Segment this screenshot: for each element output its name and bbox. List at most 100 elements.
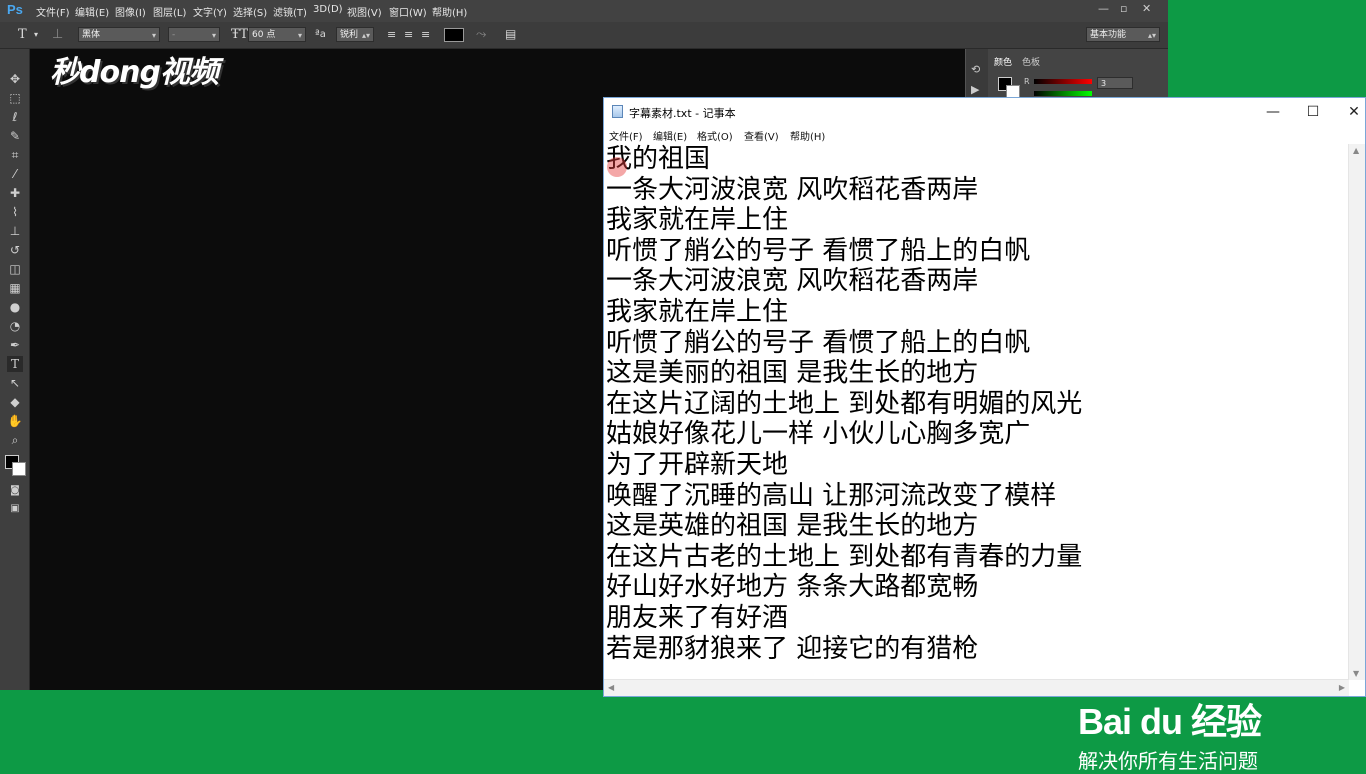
vertical-scrollbar[interactable]: ▲ ▼ <box>1348 144 1365 680</box>
menu-view[interactable]: 查看(V) <box>744 128 779 143</box>
r-channel-slider[interactable] <box>1034 79 1092 84</box>
tab-swatches[interactable]: 色板 <box>1022 58 1040 68</box>
ps-menu-filter[interactable]: 滤镜(T) <box>273 4 307 19</box>
ps-menu-type[interactable]: 文字(Y) <box>193 4 227 19</box>
tab-color[interactable]: 颜色 <box>994 58 1012 68</box>
text-color-swatch[interactable] <box>444 28 464 42</box>
scroll-right-icon[interactable]: ▶ <box>1339 683 1345 692</box>
antialias-icon: ªa <box>315 29 326 40</box>
align-center-icon[interactable]: ≡ <box>404 27 413 42</box>
tool-preset-chevron-icon[interactable]: ▾ <box>34 27 38 42</box>
ps-menu-window[interactable]: 窗口(W) <box>389 4 427 19</box>
baidu-jingyan-logo: Bai du 经验 <box>1078 701 1262 742</box>
ps-menu-image[interactable]: 图像(I) <box>115 4 146 19</box>
hand-tool-icon[interactable]: ✋ <box>7 413 23 429</box>
history-panel-icon[interactable]: ⟲ <box>971 63 980 76</box>
ps-menu-3d[interactable]: 3D(D) <box>313 4 343 15</box>
antialias-select[interactable]: 锐利 ▴▾ <box>336 27 374 42</box>
font-size-select[interactable]: 60 点 ▾ <box>248 27 306 42</box>
chevron-down-icon: ▾ <box>297 31 302 40</box>
background-color-swatch[interactable] <box>12 462 26 476</box>
maximize-button[interactable]: ☐ <box>1299 101 1327 123</box>
text-line: 在这片辽阔的土地上 到处都有明媚的风光 <box>606 388 1083 419</box>
ps-minimize-button[interactable]: — <box>1098 2 1109 15</box>
menu-file[interactable]: 文件(F) <box>609 128 643 143</box>
text-line: 朋友来了有好酒 <box>606 602 789 633</box>
blur-tool-icon[interactable]: ● <box>7 299 23 315</box>
screen-mode-icon[interactable]: ▣ <box>7 501 23 517</box>
character-panel-icon[interactable]: ▤ <box>505 27 516 42</box>
chevron-down-icon: ▴▾ <box>361 31 370 40</box>
notepad-menubar: 文件(F) 编辑(E) 格式(O) 查看(V) 帮助(H) <box>604 126 1365 144</box>
workspace-select[interactable]: 基本功能 ▴▾ <box>1086 27 1160 42</box>
eyedropper-tool-icon[interactable]: ⁄ <box>7 166 23 182</box>
miaodong-watermark-logo: 秒dong视频 <box>50 55 219 90</box>
path-select-tool-icon[interactable]: ↖ <box>7 375 23 391</box>
ps-menubar: Ps 文件(F) 编辑(E) 图像(I) 图层(L) 文字(Y) 选择(S) 滤… <box>0 0 1168 22</box>
marquee-tool-icon[interactable]: ⬚ <box>7 90 23 106</box>
text-line: 这是英雄的祖国 是我生长的地方 <box>606 511 979 542</box>
r-channel-label: R <box>1024 77 1030 86</box>
ps-maximize-button[interactable]: ▫ <box>1120 2 1127 15</box>
brush-tool-icon[interactable]: ⌇ <box>7 204 23 220</box>
window-title: 字幕素材.txt - 记事本 <box>629 107 736 120</box>
ps-logo: Ps <box>7 2 23 17</box>
close-button[interactable]: ✕ <box>1340 101 1366 123</box>
gradient-tool-icon[interactable]: ▦ <box>7 280 23 296</box>
font-style-select[interactable]: - ▾ <box>168 27 220 42</box>
crop-tool-icon[interactable]: ⌗ <box>7 147 23 163</box>
lasso-tool-icon[interactable]: ℓ <box>7 109 23 125</box>
scroll-down-icon[interactable]: ▼ <box>1353 669 1359 678</box>
actions-panel-icon[interactable]: ▶ <box>971 83 979 96</box>
text-line: 我家就在岸上住 <box>606 296 789 327</box>
dodge-tool-icon[interactable]: ◔ <box>7 318 23 334</box>
text-line: 为了开辟新天地 <box>606 449 789 480</box>
move-tool-icon[interactable]: ✥ <box>7 71 23 87</box>
g-channel-slider[interactable] <box>1034 91 1092 96</box>
minimize-button[interactable]: — <box>1259 101 1287 123</box>
text-line: 姑娘好像花儿一样 小伙儿心胸多宽广 <box>606 419 1031 450</box>
ps-menu-help[interactable]: 帮助(H) <box>432 4 467 19</box>
shape-tool-icon[interactable]: ◆ <box>7 394 23 410</box>
scroll-up-icon[interactable]: ▲ <box>1353 146 1359 155</box>
color-panel-tabs: 颜色 色板 <box>994 55 1050 68</box>
ps-menu-layer[interactable]: 图层(L) <box>153 4 186 19</box>
eraser-tool-icon[interactable]: ◫ <box>7 261 23 277</box>
align-left-icon[interactable]: ≡ <box>387 27 396 42</box>
healing-brush-tool-icon[interactable]: ✚ <box>7 185 23 201</box>
quick-mask-icon[interactable]: ◙ <box>7 483 23 499</box>
clone-stamp-tool-icon[interactable]: ⊥ <box>7 223 23 239</box>
font-size-icon: ŦT <box>231 27 249 42</box>
text-line: 好山好水好地方 条条大路都宽畅 <box>606 572 979 603</box>
orientation-toggle-icon[interactable]: ⊥ <box>52 27 63 42</box>
align-right-icon[interactable]: ≡ <box>421 27 430 42</box>
chevron-down-icon: ▴▾ <box>1147 31 1156 40</box>
r-channel-input[interactable]: 3 <box>1097 77 1133 89</box>
text-line: 唤醒了沉睡的高山 让那河流改变了模样 <box>606 480 1057 511</box>
mouse-cursor-highlight <box>607 157 627 177</box>
menu-format[interactable]: 格式(O) <box>697 128 733 143</box>
history-brush-tool-icon[interactable]: ↺ <box>7 242 23 258</box>
ps-menu-select[interactable]: 选择(S) <box>233 4 267 19</box>
zoom-tool-icon[interactable]: ⌕ <box>7 432 23 448</box>
text-line: 我家就在岸上住 <box>606 205 789 236</box>
ps-menu-edit[interactable]: 编辑(E) <box>75 4 109 19</box>
ps-menu-file[interactable]: 文件(F) <box>36 4 70 19</box>
baidu-slogan: 解决你所有生活问题 <box>1078 749 1258 773</box>
scroll-left-icon[interactable]: ◀ <box>608 683 614 692</box>
menu-edit[interactable]: 编辑(E) <box>653 128 687 143</box>
ps-menu-view[interactable]: 视图(V) <box>347 4 382 19</box>
menu-help[interactable]: 帮助(H) <box>790 128 825 143</box>
notepad-text-area[interactable]: 我的祖国 一条大河波浪宽 风吹稻花香两岸 我家就在岸上住 听惯了艄公的号子 看惯… <box>606 144 1346 679</box>
warp-text-icon[interactable]: ⤳ <box>476 27 486 42</box>
font-family-select[interactable]: 黑体 ▾ <box>78 27 160 42</box>
horizontal-type-tool-icon[interactable]: T <box>7 356 23 372</box>
chevron-down-icon: ▾ <box>211 31 216 40</box>
text-line: 一条大河波浪宽 风吹稻花香两岸 <box>606 266 979 297</box>
ps-close-button[interactable]: ✕ <box>1142 2 1151 15</box>
pen-tool-icon[interactable]: ✒ <box>7 337 23 353</box>
quick-select-tool-icon[interactable]: ✎ <box>7 128 23 144</box>
type-tool-icon[interactable]: T <box>18 27 27 42</box>
text-line: 听惯了艄公的号子 看惯了船上的白帆 <box>606 327 1031 358</box>
notepad-titlebar[interactable]: 字幕素材.txt - 记事本 — ☐ ✕ <box>604 98 1365 126</box>
